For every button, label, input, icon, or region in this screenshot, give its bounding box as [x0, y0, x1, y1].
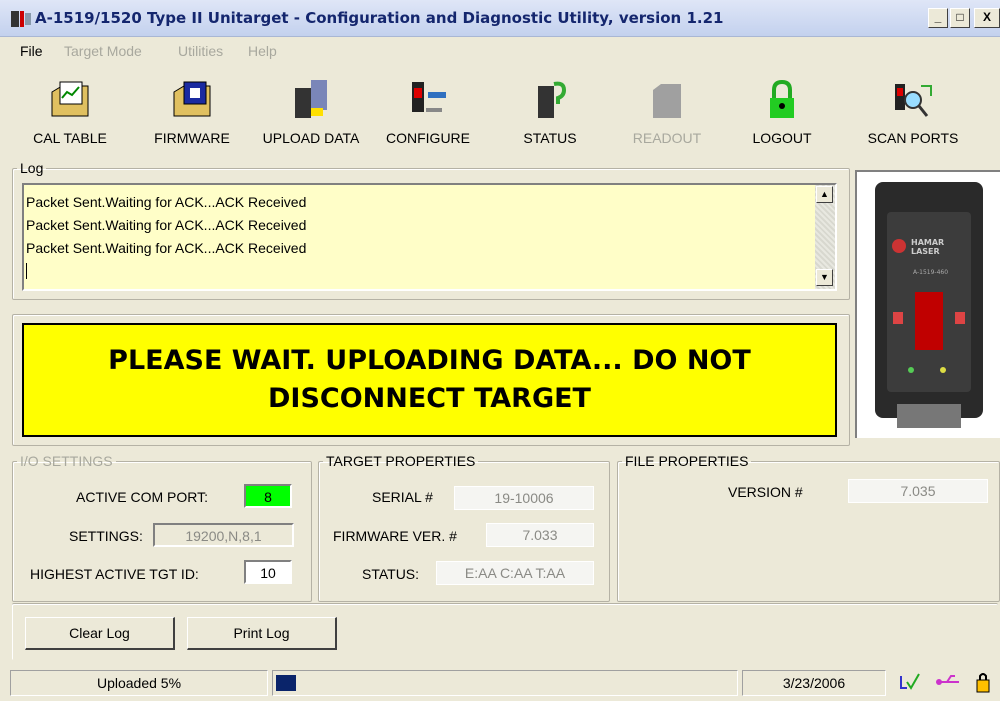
title-bar: A-1519/1520 Type II Unitarget - Configur…	[0, 0, 1000, 37]
upload-progress-bar	[272, 670, 738, 696]
log-line: Packet Sent.Waiting for ACK...ACK Receiv…	[26, 217, 307, 233]
settings-label: SETTINGS:	[69, 528, 143, 544]
firmware-button[interactable]: FIRMWARE	[137, 70, 247, 152]
status-date: 3/23/2006	[742, 670, 886, 696]
cal-table-icon	[51, 81, 89, 117]
log-line: Packet Sent.Waiting for ACK...ACK Receiv…	[26, 194, 307, 210]
log-legend: Log	[20, 160, 44, 176]
serial-value: 19-10006	[454, 486, 594, 510]
model-text: A-1519-460	[913, 269, 948, 276]
firmware-ver-label: FIRMWARE VER. #	[333, 528, 457, 544]
configure-label: CONFIGURE	[386, 130, 470, 146]
log-line: Packet Sent.Waiting for ACK...ACK Receiv…	[26, 240, 307, 256]
serial-label: SERIAL #	[372, 489, 433, 505]
logout-button[interactable]: LOGOUT	[727, 70, 837, 152]
status-button[interactable]: STATUS	[495, 70, 605, 152]
log-scrollbar[interactable]: ▲ ▼	[815, 185, 835, 289]
brand-text-2: LASER	[911, 247, 940, 256]
banner-line-2: DISCONNECT TARGET	[268, 383, 591, 414]
menu-utilities[interactable]: Utilities	[178, 43, 223, 59]
banner-line-1: PLEASE WAIT. UPLOADING DATA... DO NOT	[108, 345, 751, 376]
firmware-ver-value: 7.033	[486, 523, 594, 547]
readout-label: READOUT	[632, 130, 702, 146]
minimize-button[interactable]: _	[928, 8, 948, 28]
tray-icons	[890, 670, 1000, 696]
log-lines: Packet Sent.Waiting for ACK...ACK Receiv…	[26, 191, 306, 279]
status-icon	[538, 81, 567, 118]
status-text: Uploaded 5%	[10, 670, 268, 696]
highest-tgt-id-input[interactable]: 10	[244, 560, 292, 584]
cal-table-button[interactable]: CAL TABLE	[15, 70, 125, 152]
io-settings-legend: I/O SETTINGS	[20, 453, 113, 469]
active-com-port-label: ACTIVE COM PORT:	[76, 489, 208, 505]
file-properties-group: FILE PROPERTIES	[617, 453, 1000, 602]
readout-button[interactable]: READOUT	[612, 70, 722, 152]
status-field-label: STATUS:	[362, 566, 420, 582]
settings-value: 19200,N,8,1	[153, 523, 294, 547]
menu-target-mode[interactable]: Target Mode	[64, 43, 142, 59]
status-value: E:AA C:AA T:AA	[436, 561, 594, 585]
log-textarea[interactable]: Packet Sent.Waiting for ACK...ACK Receiv…	[22, 183, 837, 291]
lock-icon	[770, 79, 794, 118]
configure-icon	[412, 82, 446, 112]
active-com-port-value: 8	[244, 484, 292, 508]
target-device-image: HAMAR LASER A-1519-460	[855, 170, 1000, 438]
configure-button[interactable]: CONFIGURE	[373, 70, 483, 152]
firmware-icon	[173, 81, 211, 117]
version-value: 7.035	[848, 479, 988, 503]
file-properties-legend: FILE PROPERTIES	[625, 453, 749, 469]
device-illustration: HAMAR LASER A-1519-460	[875, 182, 983, 428]
scan-ports-icon	[895, 84, 932, 117]
clear-log-button[interactable]: Clear Log	[25, 617, 175, 650]
version-label: VERSION #	[728, 484, 803, 500]
scroll-up-icon[interactable]: ▲	[816, 186, 833, 203]
upload-warning-banner: PLEASE WAIT. UPLOADING DATA... DO NOT DI…	[22, 323, 837, 437]
upload-data-label: UPLOAD DATA	[262, 130, 360, 146]
lock-tray-icon	[976, 673, 990, 693]
status-label: STATUS	[523, 130, 577, 146]
close-button[interactable]: X	[974, 8, 1000, 28]
menu-file[interactable]: File	[20, 43, 43, 59]
status-bar: Uploaded 5% 3/23/2006	[0, 668, 1000, 698]
readout-icon	[653, 84, 681, 118]
scan-ports-button[interactable]: SCAN PORTS	[858, 70, 968, 152]
window-title: A-1519/1520 Type II Unitarget - Configur…	[35, 9, 724, 27]
upload-data-icon	[295, 80, 327, 118]
menu-help[interactable]: Help	[248, 43, 277, 59]
app-icon	[11, 11, 31, 27]
usb-icon	[936, 675, 959, 685]
highest-tgt-id-label: HIGHEST ACTIVE TGT ID:	[30, 566, 199, 582]
logout-label: LOGOUT	[752, 130, 812, 146]
menu-bar: File Target Mode Utilities Help	[0, 40, 1000, 62]
scroll-down-icon[interactable]: ▼	[816, 269, 833, 286]
firmware-label: FIRMWARE	[154, 130, 230, 146]
cal-table-label: CAL TABLE	[33, 130, 107, 146]
target-properties-legend: TARGET PROPERTIES	[326, 453, 476, 469]
text-cursor	[26, 263, 27, 279]
print-log-button[interactable]: Print Log	[187, 617, 337, 650]
scan-ports-label: SCAN PORTS	[867, 130, 959, 146]
upload-progress-fill	[276, 675, 296, 691]
brand-text-1: HAMAR	[911, 238, 944, 247]
upload-data-button[interactable]: UPLOAD DATA	[256, 70, 366, 152]
maximize-button[interactable]: □	[950, 8, 970, 28]
connected-icon	[900, 673, 920, 690]
